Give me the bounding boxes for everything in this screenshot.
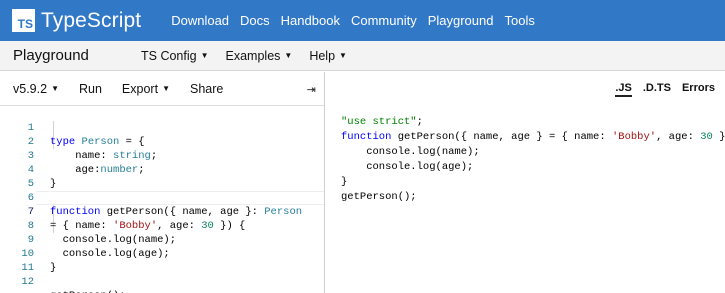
nav-docs[interactable]: Docs [240,13,270,28]
nav-tools[interactable]: Tools [504,13,534,28]
output-tabs: .JS .D.TS Errors [604,82,715,97]
playground-menu: TS Config ▼ Examples ▼ Help ▼ [141,49,364,63]
output-line: console.log(name); [341,146,480,158]
code-line: 5 [0,163,324,190]
code-editor[interactable]: 1 type Person = { 2 name: string; 3 age:… [0,107,324,293]
tab-errors[interactable]: Errors [682,82,715,97]
editor-toolbar: v5.9.2 ▼ Run Export ▼ Share ⇥ [0,72,324,106]
brand[interactable]: TS TypeScript [12,9,141,33]
code-line: 7 = { name: 'Bobby', age: 30 }) { [0,191,324,232]
collapse-panel-icon[interactable]: ⇥ [307,83,316,96]
code-line: 1 type Person = { [0,107,324,148]
version-select[interactable]: v5.9.2 ▼ [13,82,59,96]
chevron-down-icon: ▼ [200,50,209,60]
ts-config-label: TS Config [141,48,197,63]
chevron-down-icon: ▼ [51,83,59,93]
nav-handbook[interactable]: Handbook [281,13,340,28]
code-line: 2 name: string; [0,121,324,162]
nav-playground[interactable]: Playground [428,13,494,28]
line-code: getPerson(); [50,289,126,293]
code-line: 4 } [0,149,324,190]
code-line: 11 [0,247,324,274]
code-line: 6 function getPerson({ name, age }: Pers… [0,177,324,218]
line-number: 12 [21,276,34,288]
code-line: 10 } [0,233,324,274]
page-title: Playground [13,47,89,64]
output-line: function getPerson({ name, age } = { nam… [341,131,725,143]
output-line: } [341,176,348,188]
playground-header: Playground TS Config ▼ Examples ▼ Help ▼ [0,41,725,71]
export-label: Export [121,81,159,96]
typescript-logo-icon: TS [12,9,35,32]
pane-divider[interactable] [324,72,325,293]
output-line: getPerson(); [341,191,417,203]
top-nav: TS TypeScript Download Docs Handbook Com… [0,0,725,41]
code-line: 8 console.log(name); [0,205,324,246]
ts-config-menu[interactable]: TS Config ▼ [141,49,209,63]
examples-menu[interactable]: Examples ▼ [226,49,293,63]
export-menu[interactable]: Export ▼ [122,82,170,96]
examples-label: Examples [225,48,281,63]
nav-links: Download Docs Handbook Community Playgro… [171,13,546,28]
chevron-down-icon: ▼ [162,83,170,93]
output-line: console.log(age); [341,161,474,173]
brand-name: TypeScript [41,8,142,32]
code-line: 9 console.log(age); [0,219,324,260]
tab-js[interactable]: .JS [615,82,632,97]
output-line: "use strict"; [341,116,423,128]
nav-download[interactable]: Download [171,13,229,28]
chevron-down-icon: ▼ [284,50,293,60]
chevron-down-icon: ▼ [339,50,347,60]
share-button[interactable]: Share [190,82,223,96]
tab-dts[interactable]: .D.TS [643,82,671,97]
code-line: 3 age:number; [0,135,324,176]
run-button[interactable]: Run [79,82,102,96]
help-menu[interactable]: Help ▼ [309,49,347,63]
help-label: Help [309,48,336,63]
code-line: 12 getPerson(); [0,261,324,293]
version-label: v5.9.2 [13,81,48,96]
nav-community[interactable]: Community [351,13,417,28]
